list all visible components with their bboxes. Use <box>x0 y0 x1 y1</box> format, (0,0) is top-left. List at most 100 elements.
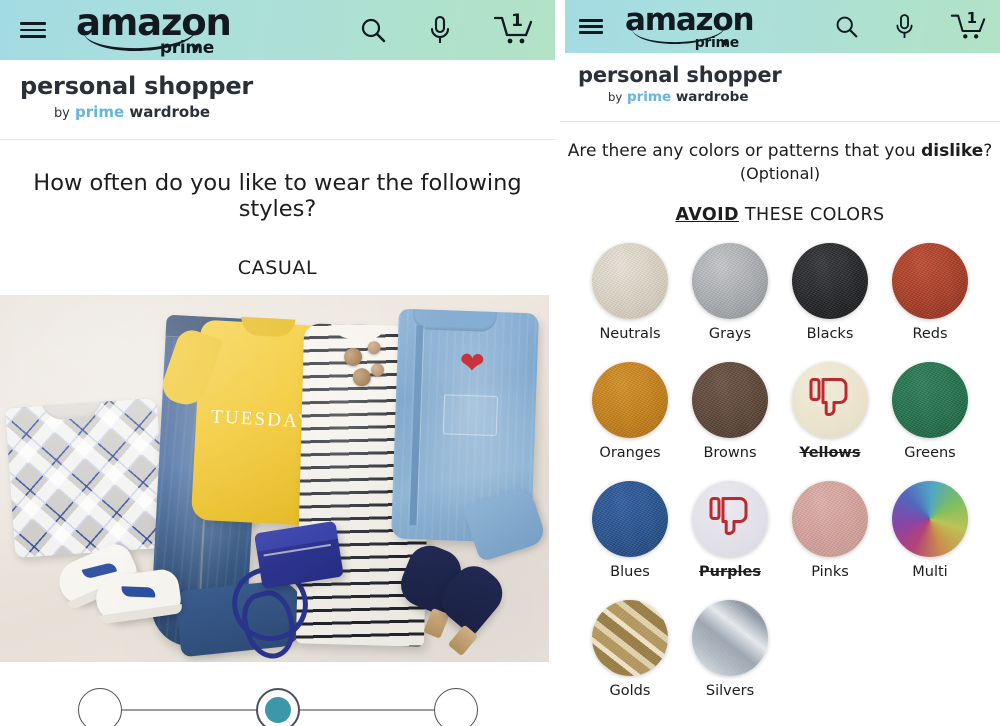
swatch-silvers[interactable]: Silvers <box>680 599 780 699</box>
swatch-label: Yellows <box>799 444 861 461</box>
swatch-color-grays[interactable] <box>692 242 768 319</box>
hamburger-icon[interactable] <box>579 18 603 36</box>
microphone-icon[interactable] <box>427 15 453 45</box>
navy-bootie-item <box>432 557 512 657</box>
divider-left <box>0 139 555 140</box>
swatch-label: Greens <box>904 444 956 461</box>
swatch-color-reds[interactable] <box>892 242 968 319</box>
brand-prime-word: prime <box>75 103 125 121</box>
swatch-label: Blues <box>610 563 650 580</box>
swatch-label: Golds <box>609 682 651 699</box>
swatch-color-pinks[interactable] <box>792 480 868 557</box>
prime-wordmark: prime <box>159 38 214 58</box>
page-title: personal shopper <box>20 72 254 100</box>
swatch-greens[interactable]: Greens <box>880 361 980 461</box>
swatch-yellows[interactable]: Yellows <box>780 361 880 461</box>
brand-prime-word: prime <box>626 89 672 105</box>
swatch-neutrals[interactable]: Neutrals <box>580 242 680 342</box>
amazon-prime-logo[interactable]: amazon prime <box>625 4 755 51</box>
thumbs-down-icon <box>807 375 853 424</box>
swatch-pinks[interactable]: Pinks <box>780 480 880 580</box>
jeans-cuff-item <box>174 578 307 658</box>
swatch-color-greens[interactable] <box>892 361 968 438</box>
shopping-cart-icon[interactable]: 1 <box>950 9 986 41</box>
prime-wordmark: prime <box>694 34 740 51</box>
swatch-label: Blacks <box>806 325 854 342</box>
divider-right <box>560 121 1000 122</box>
header-icon-group: 1 <box>834 9 986 41</box>
swatch-label: Silvers <box>705 682 755 699</box>
dislike-question: Are there any colors or patterns that yo… <box>560 140 1000 185</box>
swatch-label: Grays <box>708 325 752 342</box>
swatch-label: Multi <box>912 563 948 580</box>
swatch-golds[interactable]: Golds <box>580 599 680 699</box>
header-icon-group: 1 <box>359 11 533 46</box>
personal-shopper-brand-right: personal shopper by prime wardrobe <box>560 53 1000 113</box>
page-title: personal shopper <box>578 63 782 87</box>
casual-outfit-photo: TUESDAY ❤ <box>0 295 549 662</box>
shopping-cart-icon[interactable]: 1 <box>493 11 533 46</box>
microphone-icon[interactable] <box>893 13 916 40</box>
swatch-label: Neutrals <box>599 325 661 342</box>
denim-jacket-sleeve <box>462 485 548 563</box>
slider-option-rarely[interactable] <box>77 688 122 726</box>
frequency-slider[interactable] <box>77 688 478 726</box>
swatch-color-browns[interactable] <box>692 361 768 438</box>
avoid-these-colors-heading: AVOID THESE COLORS <box>560 205 1000 225</box>
amazon-prime-logo[interactable]: amazon prime <box>76 4 232 58</box>
swatch-color-blacks[interactable] <box>792 242 868 319</box>
avoid-rest: THESE COLORS <box>738 204 885 225</box>
swatch-blacks[interactable]: Blacks <box>780 242 880 342</box>
brand-wardrobe-word: wardrobe <box>675 89 749 105</box>
cart-item-count: 1 <box>511 11 523 31</box>
sneaker-item <box>93 567 183 625</box>
swatch-label: Reds <box>912 325 948 342</box>
personal-shopper-brand-left: personal shopper by prime wardrobe <box>0 60 555 131</box>
swatch-label: Pinks <box>811 563 849 580</box>
argyle-sweater-item <box>4 397 168 559</box>
left-panel-style-question: amazon prime 1 personal shopper by prime… <box>0 0 555 726</box>
swatch-color-blues[interactable] <box>592 480 668 557</box>
brand-subtitle: by prime wardrobe <box>578 89 1000 105</box>
swatch-color-silvers[interactable] <box>692 599 768 676</box>
slider-option-often[interactable] <box>433 688 478 726</box>
sneaker-item <box>52 539 142 611</box>
swatch-label: Browns <box>703 444 757 461</box>
swatch-purples[interactable]: Purples <box>680 480 780 580</box>
style-frequency-question: How often do you like to wear the follow… <box>33 170 522 222</box>
swatch-color-yellows[interactable] <box>792 361 868 438</box>
brand-by-word: by <box>54 106 70 121</box>
cart-item-count: 1 <box>966 9 977 27</box>
optional-note: (Optional) <box>739 163 821 183</box>
jeans-item <box>149 314 263 650</box>
search-icon[interactable] <box>834 14 859 39</box>
style-category-label: CASUAL <box>237 257 318 279</box>
swatch-color-purples[interactable] <box>692 480 768 557</box>
swatch-color-oranges[interactable] <box>592 361 668 438</box>
swatch-blues[interactable]: Blues <box>580 480 680 580</box>
brand-by-word: by <box>608 90 623 104</box>
yellow-tshirt-item: TUESDAY <box>157 316 363 527</box>
dislike-question-suffix: ? <box>983 141 993 161</box>
color-swatch-grid: Neutrals Grays Blacks Reds Oranges Brown <box>580 242 980 699</box>
swatch-color-golds[interactable] <box>592 599 668 676</box>
swatch-browns[interactable]: Browns <box>680 361 780 461</box>
sunglasses-item <box>341 345 375 393</box>
swatch-grays[interactable]: Grays <box>680 242 780 342</box>
swatch-oranges[interactable]: Oranges <box>580 361 680 461</box>
striped-dress-item <box>295 323 433 647</box>
jacket-heart-patch-icon: ❤ <box>458 345 486 382</box>
swatch-color-multi[interactable] <box>892 480 968 557</box>
brand-subtitle: by prime wardrobe <box>20 103 555 121</box>
hamburger-icon[interactable] <box>20 20 46 40</box>
slider-option-sometimes[interactable] <box>255 688 300 726</box>
amazon-header-left: amazon prime 1 <box>0 0 555 60</box>
tshirt-print-text: TUESDAY <box>210 406 314 433</box>
swatch-multi[interactable]: Multi <box>880 480 980 580</box>
swatch-color-neutrals[interactable] <box>592 242 668 319</box>
dislike-question-emphasis: dislike <box>921 141 984 161</box>
search-icon[interactable] <box>359 16 387 44</box>
swatch-label: Oranges <box>599 444 661 461</box>
swatch-reds[interactable]: Reds <box>880 242 980 342</box>
dislike-question-prefix: Are there any colors or patterns that yo… <box>567 141 922 161</box>
